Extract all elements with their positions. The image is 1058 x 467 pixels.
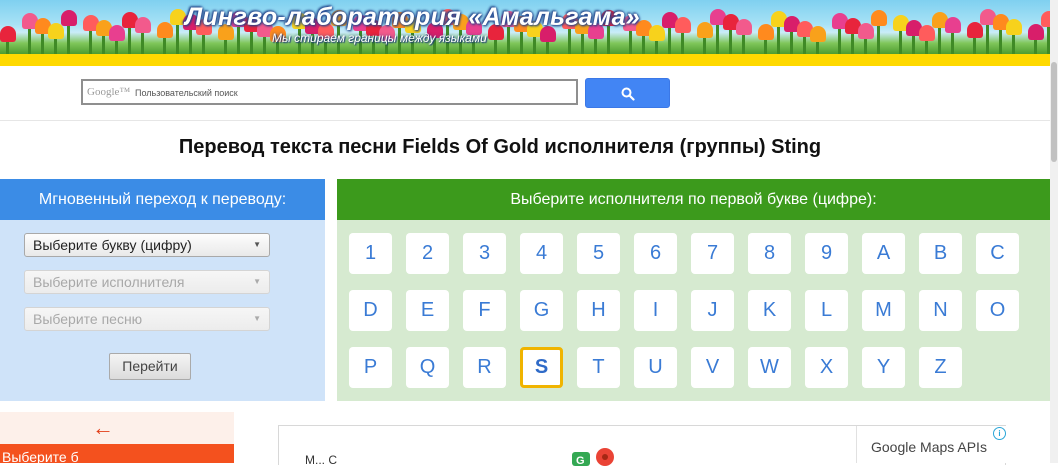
letter-button-y[interactable]: Y xyxy=(862,347,905,388)
tulip-flower xyxy=(871,10,887,26)
letter-button-v[interactable]: V xyxy=(691,347,734,388)
header-divider xyxy=(0,54,1050,66)
dropdown-arrow-icon: ▼ xyxy=(253,314,261,323)
promo-block[interactable]: Выберите б xyxy=(0,444,234,465)
letter-button-h[interactable]: H xyxy=(577,290,620,331)
letter-button-k[interactable]: K xyxy=(748,290,791,331)
letter-button-w[interactable]: W xyxy=(748,347,791,388)
letter-button-4[interactable]: 4 xyxy=(520,233,563,274)
letter-button-3[interactable]: 3 xyxy=(463,233,506,274)
scrollbar-thumb[interactable] xyxy=(1051,62,1057,162)
search-button[interactable] xyxy=(585,78,670,108)
artist-select[interactable]: Выберите исполнителя ▼ xyxy=(24,270,270,294)
letter-picker-heading: Выберите исполнителя по первой букве (ци… xyxy=(337,179,1050,220)
letter-button-u[interactable]: U xyxy=(634,347,677,388)
page-title: Перевод текста песни Fields Of Gold испо… xyxy=(178,136,822,158)
letter-button-f[interactable]: F xyxy=(463,290,506,331)
letter-button-8[interactable]: 8 xyxy=(748,233,791,274)
tulip-flower xyxy=(1006,19,1022,35)
tulip-flower xyxy=(810,26,826,42)
search-placeholder: Пользовательский поиск xyxy=(135,88,238,98)
dropdown-arrow-icon: ▼ xyxy=(253,277,261,286)
arrow-left-icon: ← xyxy=(92,415,114,440)
letter-picker-panel: Выберите исполнителя по первой букве (ци… xyxy=(337,179,1050,401)
tulip-flower xyxy=(675,17,691,33)
letter-button-n[interactable]: N xyxy=(919,290,962,331)
map-pin-icon: G xyxy=(572,448,614,466)
tulip-flower xyxy=(1041,11,1050,27)
tulip-flower xyxy=(736,19,752,35)
letter-button-e[interactable]: E xyxy=(406,290,449,331)
search-input[interactable]: Google™ Пользовательский поиск xyxy=(81,79,578,105)
back-link[interactable]: ← xyxy=(0,412,234,444)
header-banner[interactable]: Лингво-лаборатория «Амальгама» Мы стираем… xyxy=(0,0,1050,54)
letter-button-s[interactable]: S xyxy=(520,347,563,388)
letter-button-l[interactable]: L xyxy=(805,290,848,331)
search-divider xyxy=(0,120,1050,121)
letter-button-m[interactable]: M xyxy=(862,290,905,331)
quick-nav-panel: Мгновенный переход к переводу: Выберите … xyxy=(0,179,325,401)
letter-button-r[interactable]: R xyxy=(463,347,506,388)
tulip-flower xyxy=(135,17,151,33)
letter-button-b[interactable]: B xyxy=(919,233,962,274)
letter-button-g[interactable]: G xyxy=(520,290,563,331)
letter-button-9[interactable]: 9 xyxy=(805,233,848,274)
site-subtitle: Мы стираем границы между языками xyxy=(272,31,487,45)
letter-select[interactable]: Выберите букву (цифру) ▼ xyxy=(24,233,270,257)
maps-attribution[interactable]: Google Maps APIs xyxy=(856,426,1006,463)
letter-button-i[interactable]: I xyxy=(634,290,677,331)
letter-button-j[interactable]: J xyxy=(691,290,734,331)
letter-button-2[interactable]: 2 xyxy=(406,233,449,274)
maps-attribution-text: Google Maps APIs xyxy=(871,439,987,455)
letter-button-7[interactable]: 7 xyxy=(691,233,734,274)
letter-select-value: Выберите букву (цифру) xyxy=(33,237,192,253)
svg-text:G: G xyxy=(576,455,585,466)
artist-select-value: Выберите исполнителя xyxy=(33,274,185,290)
letter-button-t[interactable]: T xyxy=(577,347,620,388)
song-select-value: Выберите песню xyxy=(33,311,143,327)
letter-button-x[interactable]: X xyxy=(805,347,848,388)
dropdown-arrow-icon: ▼ xyxy=(253,240,261,249)
letter-button-1[interactable]: 1 xyxy=(349,233,392,274)
letter-button-a[interactable]: A xyxy=(862,233,905,274)
letter-button-z[interactable]: Z xyxy=(919,347,962,388)
letter-button-o[interactable]: O xyxy=(976,290,1019,331)
letter-button-c[interactable]: C xyxy=(976,233,1019,274)
letter-button-p[interactable]: P xyxy=(349,347,392,388)
tulip-flower xyxy=(61,10,77,26)
map-snippet: М... С xyxy=(305,453,337,467)
site-title[interactable]: Лингво-лаборатория «Амальгама» xyxy=(185,3,640,32)
tulip-flower xyxy=(945,17,961,33)
letter-button-6[interactable]: 6 xyxy=(634,233,677,274)
letter-button-d[interactable]: D xyxy=(349,290,392,331)
info-icon[interactable]: i xyxy=(993,427,1006,440)
go-button[interactable]: Перейти xyxy=(109,353,191,380)
tulip-flower xyxy=(0,26,16,42)
quick-nav-heading: Мгновенный переход к переводу: xyxy=(0,179,325,220)
google-logo: Google™ xyxy=(87,86,131,98)
letter-button-5[interactable]: 5 xyxy=(577,233,620,274)
letter-button-q[interactable]: Q xyxy=(406,347,449,388)
song-select[interactable]: Выберите песню ▼ xyxy=(24,307,270,331)
search-icon xyxy=(621,87,635,101)
